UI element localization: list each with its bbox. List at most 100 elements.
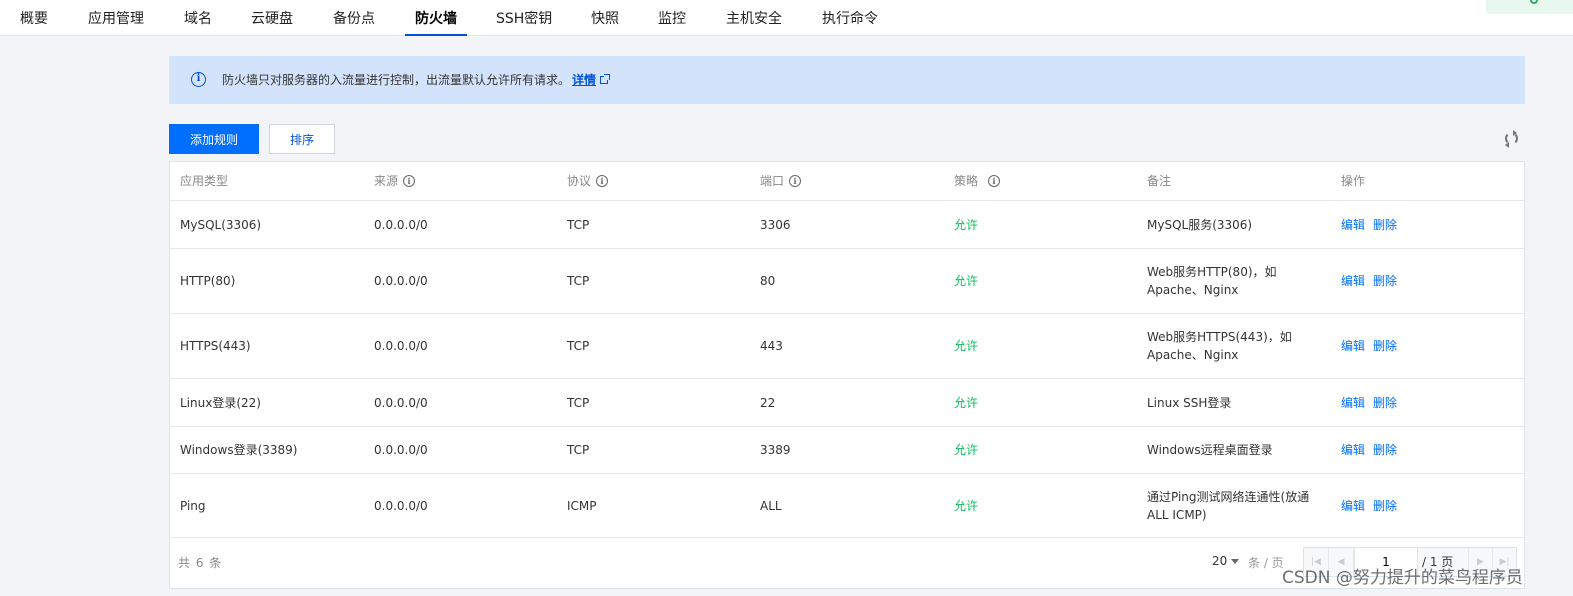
- tab-monitor[interactable]: 监控: [658, 0, 686, 36]
- cell-remark: Windows远程桌面登录: [1147, 443, 1273, 457]
- edit-link[interactable]: 编辑: [1341, 216, 1365, 234]
- table-row: Windows登录(3389) 0.0.0.0/0 TCP 3389 允许 Wi…: [170, 427, 1524, 474]
- cell-app-type: MySQL(3306): [180, 217, 262, 232]
- table-row: Linux登录(22) 0.0.0.0/0 TCP 22 允许 Linux SS…: [170, 379, 1524, 427]
- table-header: 应用类型 来源 i 协议 i 端口 i 策略 i 备注 操作: [170, 162, 1524, 201]
- watermark: CSDN @努力提升的菜鸟程序员: [1282, 568, 1523, 588]
- col-remark-label: 备注: [1147, 174, 1172, 188]
- tab-ssh-key[interactable]: SSH密钥: [496, 0, 552, 36]
- cell-actions: 编辑 删除: [1341, 314, 1405, 378]
- cell-port: 22: [760, 395, 776, 410]
- firewall-info-banner: i 防火墙只对服务器的入流量进行控制，出流量默认允许所有请求。 详情: [169, 56, 1525, 104]
- delete-link[interactable]: 删除: [1373, 216, 1397, 234]
- cell-protocol: TCP: [567, 395, 590, 410]
- edit-link[interactable]: 编辑: [1341, 272, 1365, 290]
- cell-source: 0.0.0.0/0: [374, 339, 428, 353]
- delete-link[interactable]: 删除: [1373, 337, 1397, 355]
- info-icon[interactable]: i: [403, 175, 416, 187]
- col-actions: 操作: [1341, 162, 1365, 200]
- edit-link[interactable]: 编辑: [1341, 337, 1365, 355]
- banner-message-text: 防火墙只对服务器的入流量进行控制，出流量默认允许所有请求。: [222, 73, 571, 87]
- edit-link[interactable]: 编辑: [1341, 394, 1365, 412]
- cell-source: 0.0.0.0/0: [374, 395, 428, 410]
- cell-actions: 编辑 删除: [1341, 474, 1405, 537]
- firewall-rules-table: 应用类型 来源 i 协议 i 端口 i 策略 i 备注 操作 MySQL(3306) 0…: [169, 161, 1525, 589]
- cell-source: 0.0.0.0/0: [374, 274, 428, 288]
- table-row: HTTPS(443) 0.0.0.0/0 TCP 443 允许 Web服务HTT…: [170, 314, 1524, 379]
- tab-domain[interactable]: 域名: [184, 0, 212, 36]
- table-row: MySQL(3306) 0.0.0.0/0 TCP 3306 允许 MySQL服…: [170, 201, 1524, 249]
- cell-policy: 允许: [954, 339, 979, 353]
- detail-link[interactable]: 详情: [572, 73, 596, 87]
- info-icon[interactable]: i: [988, 175, 1001, 187]
- cell-remark: Linux SSH登录: [1147, 395, 1232, 410]
- col-policy: 策略 i: [954, 162, 1001, 200]
- cell-policy: 允许: [954, 217, 979, 232]
- col-port-label: 端口: [760, 174, 785, 188]
- col-port: 端口 i: [760, 162, 802, 200]
- cell-protocol: TCP: [567, 274, 590, 288]
- cell-protocol: TCP: [567, 217, 590, 232]
- edit-link[interactable]: 编辑: [1341, 497, 1365, 515]
- tab-snapshot[interactable]: 快照: [591, 0, 619, 36]
- cell-app-type: Windows登录(3389): [180, 443, 298, 457]
- col-protocol: 协议 i: [567, 162, 609, 200]
- cell-remark: MySQL服务(3306): [1147, 217, 1253, 232]
- top-tab-bar: 概要 应用管理 域名 云硬盘 备份点 防火墙 SSH密钥 快照 监控 主机安全 …: [0, 0, 1573, 36]
- table-row: HTTP(80) 0.0.0.0/0 TCP 80 允许 Web服务HTTP(8…: [170, 249, 1524, 314]
- cell-remark: Web服务HTTPS(443)，如 Apache、Nginx: [1147, 330, 1292, 362]
- col-remark: 备注: [1147, 162, 1171, 200]
- cell-source: 0.0.0.0/0: [374, 443, 428, 457]
- col-policy-label: 策略: [954, 174, 979, 188]
- info-icon[interactable]: i: [596, 175, 609, 187]
- cell-actions: 编辑 删除: [1341, 427, 1405, 473]
- tab-firewall[interactable]: 防火墙: [405, 0, 467, 36]
- tab-cloud-disk[interactable]: 云硬盘: [251, 0, 293, 36]
- col-app-type: 应用类型: [180, 162, 228, 200]
- cell-source: 0.0.0.0/0: [374, 217, 428, 232]
- page-size-value: 20: [1212, 554, 1228, 568]
- cell-protocol: TCP: [567, 443, 590, 457]
- cell-remark: Web服务HTTP(80)，如 Apache、Nginx: [1147, 265, 1277, 297]
- delete-link[interactable]: 删除: [1373, 272, 1397, 290]
- banner-message: 防火墙只对服务器的入流量进行控制，出流量默认允许所有请求。 详情: [222, 72, 611, 88]
- col-source: 来源 i: [374, 162, 416, 200]
- tab-host-security[interactable]: 主机安全: [726, 0, 782, 36]
- refresh-icon[interactable]: [1505, 130, 1518, 148]
- external-link-icon[interactable]: [600, 74, 611, 84]
- cell-protocol: TCP: [567, 339, 590, 353]
- cell-port: ALL: [760, 498, 782, 513]
- cell-policy: 允许: [954, 498, 979, 513]
- notification-toast-edge: [1486, 0, 1573, 14]
- cell-app-type: Linux登录(22): [180, 395, 261, 410]
- tab-run-command[interactable]: 执行命令: [822, 0, 878, 36]
- cell-policy: 允许: [954, 274, 979, 288]
- chevron-down-icon: [1231, 559, 1240, 564]
- info-icon[interactable]: i: [789, 175, 802, 187]
- col-protocol-label: 协议: [567, 174, 592, 188]
- tab-overview[interactable]: 概要: [20, 0, 48, 36]
- add-rule-button[interactable]: 添加规则: [169, 124, 259, 154]
- delete-link[interactable]: 删除: [1373, 394, 1397, 412]
- cell-port: 3389: [760, 443, 791, 457]
- cell-actions: 编辑 删除: [1341, 249, 1405, 313]
- cell-port: 3306: [760, 217, 791, 232]
- cell-app-type: Ping: [180, 498, 206, 513]
- cell-policy: 允许: [954, 395, 979, 410]
- cell-actions: 编辑 删除: [1341, 201, 1405, 248]
- cell-actions: 编辑 删除: [1341, 379, 1405, 426]
- tab-app-management[interactable]: 应用管理: [88, 0, 144, 36]
- cell-app-type: HTTPS(443): [180, 339, 251, 353]
- col-actions-label: 操作: [1341, 174, 1366, 188]
- cell-protocol: ICMP: [567, 498, 597, 513]
- sort-button[interactable]: 排序: [269, 124, 335, 154]
- col-app-type-label: 应用类型: [180, 174, 229, 188]
- tab-backup-point[interactable]: 备份点: [333, 0, 375, 36]
- delete-link[interactable]: 删除: [1373, 441, 1397, 459]
- page-size-select[interactable]: 20: [1212, 554, 1240, 568]
- info-icon: i: [191, 72, 206, 87]
- cell-port: 80: [760, 274, 776, 288]
- edit-link[interactable]: 编辑: [1341, 441, 1365, 459]
- cell-remark: 通过Ping测试网络连通性(放通 ALL ICMP): [1147, 489, 1310, 522]
- delete-link[interactable]: 删除: [1373, 497, 1397, 515]
